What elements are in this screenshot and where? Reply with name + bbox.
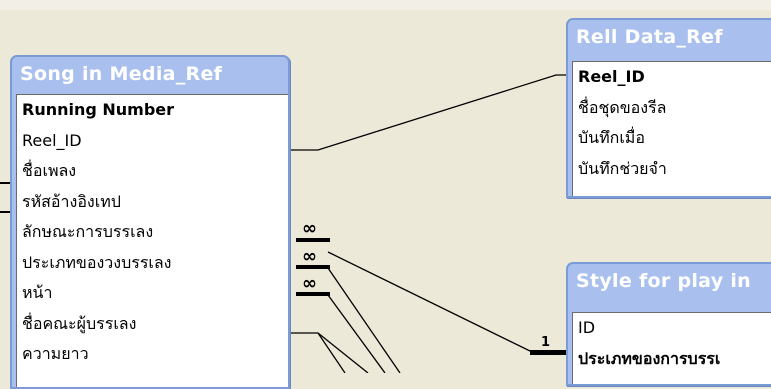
table-title[interactable]: Style for play in bbox=[568, 264, 771, 299]
field-item[interactable]: Reel_ID bbox=[17, 126, 288, 157]
table-song-in-media[interactable]: Song in Media_Ref Running Number Reel_ID… bbox=[10, 55, 290, 389]
many-symbol-1: ∞ bbox=[302, 218, 317, 239]
field-item[interactable]: ชื่อเพลง bbox=[17, 156, 288, 187]
field-item[interactable]: ความยาว bbox=[17, 339, 288, 370]
field-item[interactable]: บันทึกเมื่อ bbox=[573, 123, 771, 154]
field-item[interactable]: บันทึกช่วยจำ bbox=[573, 154, 771, 185]
field-list: Reel_ID ชื่อชุดของรีล บันทึกเมื่อ บันทึก… bbox=[572, 61, 771, 196]
field-item[interactable]: ID bbox=[573, 313, 771, 344]
relationship-line-style-2 bbox=[327, 267, 401, 373]
field-list: ID ประเภทของการบรรเ bbox=[572, 312, 771, 384]
field-item[interactable]: หน้า bbox=[17, 278, 288, 309]
relationship-line-reel bbox=[286, 74, 576, 151]
table-style-for-play[interactable]: Style for play in ID ประเภทของการบรรเ bbox=[566, 262, 771, 386]
field-item[interactable]: ลักษณะการบรรเลง bbox=[17, 217, 288, 248]
table-title[interactable]: Song in Media_Ref bbox=[12, 57, 288, 92]
table-reel-data[interactable]: Rell Data_Ref Reel_ID ชื่อชุดของรีล บันท… bbox=[566, 18, 771, 198]
field-item[interactable]: Running Number bbox=[17, 95, 288, 126]
many-symbol-3: ∞ bbox=[302, 273, 317, 294]
field-item[interactable]: ประเภทของวงบรรเลง bbox=[17, 248, 288, 279]
one-symbol: 1 bbox=[541, 335, 550, 350]
field-list: Running Number Reel_ID ชื่อเพลง รหัสอ้าง… bbox=[16, 94, 288, 387]
relationships-canvas[interactable]: ∞ ∞ ∞ 1 Song in Media_Ref Running Number… bbox=[0, 0, 771, 389]
one-bar bbox=[530, 350, 566, 355]
table-title[interactable]: Rell Data_Ref bbox=[568, 20, 771, 55]
field-item[interactable]: ชื่อชุดของรีล bbox=[573, 93, 771, 124]
field-item[interactable]: ประเภทของการบรรเ bbox=[573, 344, 771, 375]
field-item[interactable]: ชื่อคณะผู้บรรเลง bbox=[17, 309, 288, 340]
field-item[interactable]: Reel_ID bbox=[573, 62, 771, 93]
relationship-line-style-1 bbox=[327, 251, 565, 353]
many-symbol-2: ∞ bbox=[302, 246, 317, 267]
field-item[interactable]: รหัสอ้างอิงเทป bbox=[17, 187, 288, 218]
relationship-line-style-4 bbox=[290, 332, 346, 373]
